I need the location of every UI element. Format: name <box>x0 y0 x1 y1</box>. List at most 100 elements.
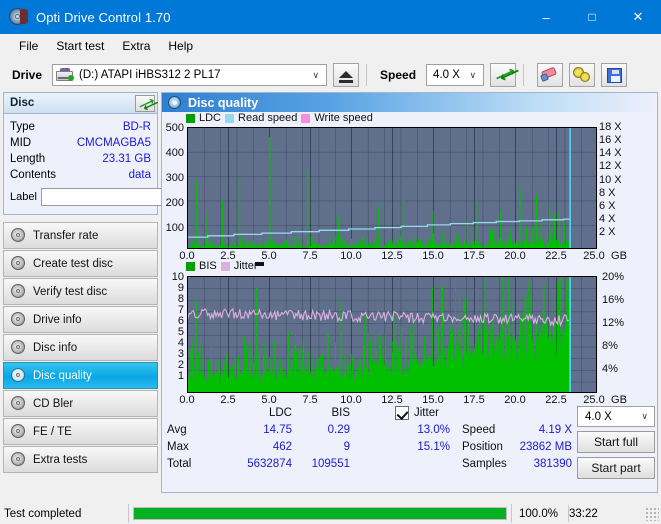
bis-y2tick-8: 8% <box>602 340 618 352</box>
disc-icon <box>11 312 26 327</box>
sidebar-item-label: Extra tests <box>33 453 88 466</box>
eject-button[interactable] <box>333 63 360 87</box>
bis-jitter-chart: BIS Jitter 10 9 8 7 6 5 4 3 2 1 20% 16% … <box>162 260 657 406</box>
window-title: Opti Drive Control 1.70 <box>36 9 171 25</box>
jitter-checkbox[interactable] <box>395 406 409 420</box>
progress-cell <box>128 504 512 523</box>
refresh-button[interactable]: ⟶ ⟶ <box>490 62 523 87</box>
ldc-y2tick-2: 2 X <box>599 226 616 238</box>
resize-grip[interactable] <box>645 506 659 521</box>
disc-row-contents: Contents data <box>10 167 151 183</box>
results-row-avg-label: Avg <box>167 424 187 436</box>
bis-y2tick-12: 12% <box>602 317 625 329</box>
chevron-down-icon: ∨ <box>312 69 320 80</box>
ldc-chart-legend: LDC Read speed Write speed <box>186 112 373 124</box>
disc-icon <box>11 256 26 271</box>
progress-bar <box>133 507 507 520</box>
disc-icon <box>11 368 26 383</box>
speed-select-value: 4.0 X <box>433 69 460 81</box>
chevron-down-icon: ∨ <box>469 69 477 80</box>
settings-button[interactable] <box>569 63 596 87</box>
ldc-y2tick-8: 8 X <box>599 187 616 199</box>
start-part-button[interactable]: Start part <box>577 457 655 479</box>
sidebar-item-create-test-disc[interactable]: Create test disc <box>3 250 158 277</box>
drive-select[interactable]: (D:) ATAPI iHBS312 2 PL17 ∨ <box>52 64 328 86</box>
menu-help[interactable]: Help <box>159 36 202 56</box>
ldc-y2tick-12: 12 X <box>599 160 622 172</box>
toolbar-separator <box>523 64 525 86</box>
jitter-label: Jitter <box>414 407 439 419</box>
results-row-max-bis: 9 <box>343 441 350 453</box>
bis-plot-svg <box>188 277 596 392</box>
disc-row-mid: MID CMCMAGBA5 <box>10 135 151 151</box>
disc-icon <box>11 228 26 243</box>
ldc-chart: LDC Read speed Write speed 500 400 300 2… <box>162 112 657 262</box>
test-speed-select[interactable]: 4.0 X ∨ <box>577 406 655 427</box>
refresh-arrows-icon: ⟶ ⟶ <box>136 94 161 114</box>
bis-y2tick-20: 20% <box>602 271 625 283</box>
menu-extra[interactable]: Extra <box>113 36 159 56</box>
refresh-arrows-icon: ⟶ ⟶ <box>492 62 523 87</box>
disc-type-label: Type <box>10 121 35 133</box>
disc-mid-label: MID <box>10 137 32 149</box>
disc-icon <box>11 284 26 299</box>
sidebar-item-label: CD Bler <box>33 397 74 410</box>
erase-button[interactable] <box>537 63 564 87</box>
save-button[interactable] <box>601 63 628 87</box>
position-value: 23862 MB <box>519 441 572 453</box>
disc-refresh-button[interactable]: ⟶ ⟶ <box>135 94 161 114</box>
start-full-button[interactable]: Start full <box>577 431 655 453</box>
chevron-down-icon: ∨ <box>641 411 648 421</box>
ldc-y2tick-10: 10 X <box>599 174 622 186</box>
disc-quality-icon <box>168 96 181 109</box>
position-label: Position <box>462 441 503 453</box>
disc-length-label: Length <box>10 153 46 165</box>
sidebar-item-cd-bler[interactable]: CD Bler <box>3 390 158 417</box>
results-row-total-ldc: 5632874 <box>247 458 292 470</box>
samples-label: Samples <box>462 458 507 470</box>
sidebar-item-fe-te[interactable]: FE / TE <box>3 418 158 445</box>
menu-bar: File Start test Extra Help <box>0 34 661 58</box>
disc-panel-header: Disc ⟶ ⟶ <box>4 93 161 114</box>
maximize-button[interactable]: □ <box>569 0 615 34</box>
ldc-y2tick-18: 18 X <box>599 121 622 133</box>
sidebar-item-transfer-rate[interactable]: Transfer rate <box>3 222 158 249</box>
legend-swatch-ldc <box>186 113 195 123</box>
ldc-ytick-400: 400 <box>165 147 184 159</box>
disc-quality-header: Disc quality <box>162 93 657 112</box>
close-button[interactable]: ✕ <box>615 0 661 34</box>
bis-plot-area <box>187 276 597 393</box>
results-row-avg-ldc: 14.75 <box>263 424 292 436</box>
ldc-plot-svg <box>188 128 596 248</box>
legend-label-bis: BIS <box>199 260 217 272</box>
ldc-y2tick-14: 14 X <box>599 147 622 159</box>
disc-icon <box>8 7 28 27</box>
test-speed-value: 4.0 X <box>585 410 612 423</box>
results-col-ldc: LDC <box>268 407 292 419</box>
sidebar-item-label: Verify test disc <box>33 285 108 298</box>
results-row-max-ldc: 462 <box>272 441 292 453</box>
drive-select-value: (D:) ATAPI iHBS312 2 PL17 <box>79 69 221 81</box>
disc-panel: Disc ⟶ ⟶ Type BD-R MID CMCMAGBA5 Length … <box>3 92 245 215</box>
menu-file[interactable]: File <box>10 36 47 56</box>
sidebar-item-drive-info[interactable]: Drive info <box>3 306 158 333</box>
speed-select[interactable]: 4.0 X ∨ <box>426 64 485 86</box>
eject-icon <box>339 70 354 78</box>
page-title: Disc quality <box>188 95 259 110</box>
selection-marker-icon <box>255 262 264 266</box>
test-nav-list: Transfer rate Create test disc Verify te… <box>3 222 158 473</box>
sidebar-item-disc-info[interactable]: Disc info <box>3 334 158 361</box>
sidebar-item-extra-tests[interactable]: Extra tests <box>3 446 158 473</box>
sidebar-item-disc-quality[interactable]: Disc quality <box>3 362 158 389</box>
sidebar-item-verify-test-disc[interactable]: Verify test disc <box>3 278 158 305</box>
ldc-ytick-500: 500 <box>165 122 184 134</box>
menu-start-test[interactable]: Start test <box>47 36 113 56</box>
disc-icon <box>11 452 26 467</box>
jitter-max-value: 15.1% <box>417 441 450 453</box>
window-controls: – □ ✕ <box>523 0 661 34</box>
legend-label-ldc: LDC <box>199 112 222 124</box>
minimize-button[interactable]: – <box>523 0 569 34</box>
speed-result-label: Speed <box>462 424 496 436</box>
ldc-y2tick-6: 6 X <box>599 200 616 212</box>
disc-contents-value: data <box>128 169 151 181</box>
